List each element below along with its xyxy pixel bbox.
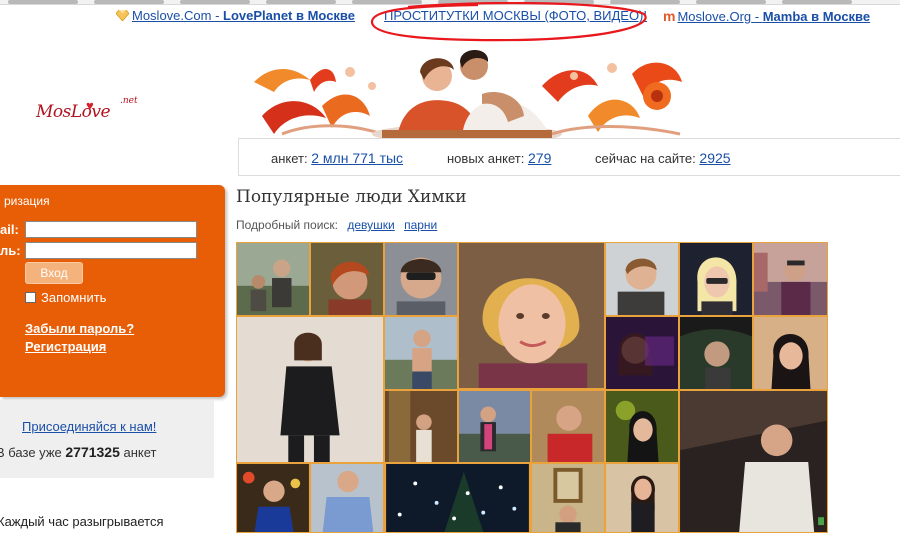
banner-illustration	[252, 46, 684, 138]
count-prefix: В базе уже	[0, 445, 62, 460]
promo-link[interactable]: ПРОСТИТУТКИ МОСКВЫ (ФОТО, ВИДЕО)!	[384, 8, 647, 23]
search-girls-link[interactable]: девушки	[347, 218, 394, 232]
prize-text: Каждый час разыгрывается	[0, 514, 164, 529]
profile-photo[interactable]	[384, 316, 458, 390]
forgot-password-link[interactable]: Забыли пароль?	[25, 321, 134, 336]
profile-photo[interactable]	[384, 242, 458, 316]
profile-photo[interactable]	[605, 316, 679, 390]
moslove-logo[interactable]: MosLove ♥ .net	[32, 96, 142, 130]
profile-photo[interactable]	[458, 242, 605, 389]
profile-photo[interactable]	[384, 390, 458, 463]
profile-photo[interactable]	[384, 463, 531, 533]
mamba-name: Mamba в Москве	[762, 9, 871, 24]
profile-photo[interactable]	[753, 316, 828, 390]
email-label: ail:	[0, 222, 19, 237]
profiles-label: анкет:	[271, 151, 308, 166]
logo-suffix: .net	[120, 96, 138, 106]
profile-photo[interactable]	[605, 390, 679, 463]
email-field[interactable]	[25, 221, 197, 238]
join-link[interactable]: Присоединяйся к нам!	[22, 419, 156, 434]
count-suffix: анкет	[123, 445, 157, 460]
bookmarks-bar	[0, 0, 900, 5]
online-label: сейчас на сайте:	[595, 151, 696, 166]
profile-photo[interactable]	[531, 390, 605, 463]
profile-photo[interactable]	[679, 316, 753, 390]
count-value: 2771325	[65, 444, 120, 460]
login-panel: ризация ail: ль: Вход Запомнить Забыли п…	[0, 185, 225, 397]
login-title: ризация	[4, 194, 50, 208]
heart-icon: ♥	[86, 98, 94, 113]
mamba-link-wrap: m Moslove.Org - Mamba в Москве	[663, 8, 870, 24]
profile-photo[interactable]	[310, 463, 384, 533]
profiles-count-link[interactable]: 2 млн 771 тыс	[311, 150, 403, 166]
loveplanet-sep: -	[211, 8, 224, 23]
mamba-m-icon: m	[663, 8, 676, 24]
loveplanet-link[interactable]: Moslove.Com - LovePlanet в Москве	[132, 8, 355, 23]
login-button[interactable]: Вход	[25, 262, 83, 284]
profile-photo[interactable]	[458, 390, 531, 463]
profile-photo[interactable]	[605, 463, 679, 533]
profile-count: В базе уже 2771325 анкет	[0, 444, 157, 460]
remember-checkbox[interactable]	[25, 292, 36, 303]
diamond-icon	[116, 10, 129, 21]
profile-photo[interactable]	[679, 242, 753, 316]
loveplanet-link-wrap: Moslove.Com - LovePlanet в Москве	[116, 8, 355, 23]
header-banner	[252, 46, 684, 138]
profiles-stat: анкет: 2 млн 771 тыс	[271, 150, 403, 166]
search-guys-link[interactable]: парни	[404, 218, 437, 232]
online-count-link[interactable]: 2925	[699, 150, 730, 166]
profile-photo[interactable]	[236, 463, 310, 533]
profile-photo[interactable]	[679, 390, 828, 533]
profile-photo[interactable]	[236, 316, 384, 463]
password-field[interactable]	[25, 242, 197, 259]
online-stat: сейчас на сайте: 2925	[595, 150, 731, 166]
popular-people-grid	[236, 242, 828, 533]
top-links: Moslove.Com - LovePlanet в Москве ПРОСТИ…	[0, 8, 900, 26]
search-label: Подробный поиск:	[236, 218, 339, 232]
profile-photo[interactable]	[753, 242, 828, 316]
page-title: Популярные люди Химки	[236, 187, 467, 207]
profile-photo[interactable]	[310, 242, 384, 316]
new-profiles-stat: новых анкет: 279	[447, 150, 551, 166]
new-profiles-count-link[interactable]: 279	[528, 150, 551, 166]
profile-photo[interactable]	[605, 242, 679, 316]
new-profiles-label: новых анкет:	[447, 151, 525, 166]
mamba-link[interactable]: Moslove.Org - Mamba в Москве	[677, 9, 870, 24]
loveplanet-site: Moslove.Com	[132, 8, 212, 23]
remember-me[interactable]: Запомнить	[25, 290, 106, 305]
register-link[interactable]: Регистрация	[25, 339, 106, 354]
mamba-site: Moslove.Org	[677, 9, 752, 24]
site-stats: анкет: 2 млн 771 тыс новых анкет: 279 се…	[238, 138, 900, 176]
profile-photo[interactable]	[236, 242, 310, 316]
remember-label: Запомнить	[41, 290, 107, 305]
loveplanet-name: LovePlanet в Москве	[223, 8, 355, 23]
logo-text: MosLove	[36, 102, 111, 122]
mamba-sep: -	[751, 9, 763, 24]
advanced-search: Подробный поиск: девушки парни	[236, 218, 437, 232]
join-panel: Присоединяйся к нам! В базе уже 2771325 …	[0, 400, 214, 478]
password-label: ль:	[0, 243, 21, 258]
profile-photo[interactable]	[531, 463, 605, 533]
